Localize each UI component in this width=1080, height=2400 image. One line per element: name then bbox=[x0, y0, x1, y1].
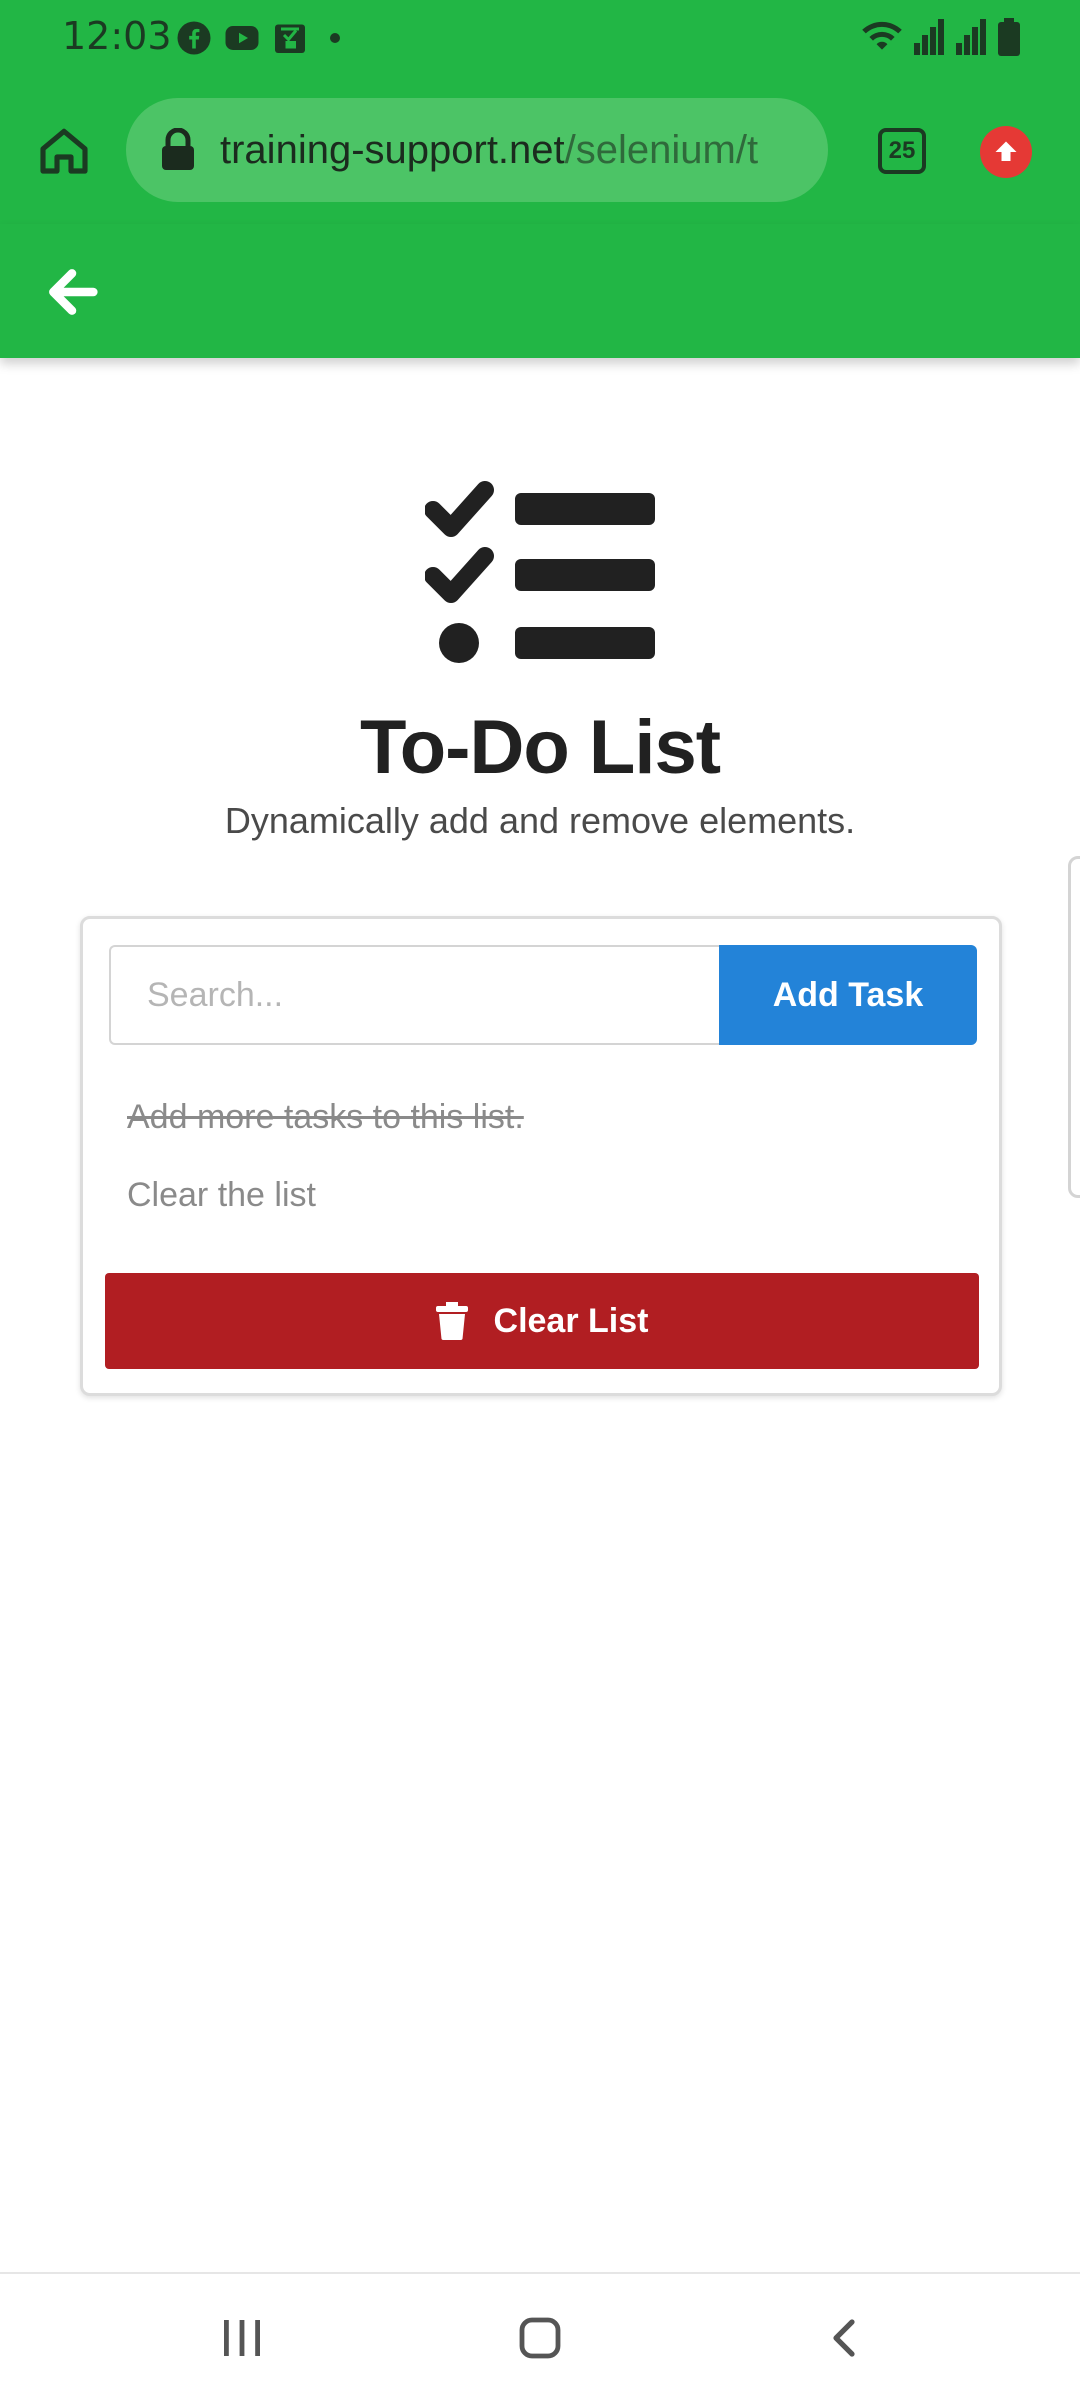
wifi-icon bbox=[862, 21, 902, 50]
home-icon bbox=[40, 128, 88, 174]
home-nav-icon bbox=[519, 2317, 561, 2359]
tab-switcher-button[interactable]: 25 bbox=[878, 128, 926, 174]
clear-list-button[interactable]: Clear List bbox=[105, 1273, 979, 1369]
browser-toolbar: training-support.net/selenium/t 25 bbox=[0, 76, 1080, 224]
status-bar: 12:03 bbox=[0, 0, 1080, 76]
youtube-icon bbox=[225, 26, 259, 50]
signal-icon bbox=[914, 19, 944, 55]
home-button[interactable] bbox=[32, 118, 96, 182]
url-domain: training-support.net bbox=[220, 127, 565, 172]
page-title: To-Do List bbox=[359, 705, 721, 790]
back-nav-icon bbox=[833, 2319, 855, 2357]
status-time: 12:03 bbox=[62, 14, 172, 58]
todo-card: Add Task Add more tasks to this list. Cl… bbox=[80, 916, 1002, 1396]
system-icons bbox=[860, 18, 1020, 56]
app-header bbox=[0, 224, 1080, 358]
home-nav-button[interactable] bbox=[510, 2308, 570, 2368]
notification-icons bbox=[176, 20, 340, 56]
upload-arrow-icon bbox=[995, 141, 1017, 161]
url-path: /selenium/t bbox=[564, 127, 759, 172]
task-item[interactable]: Clear the list bbox=[127, 1171, 524, 1249]
trash-icon bbox=[435, 1302, 468, 1340]
clear-list-label: Clear List bbox=[493, 1301, 649, 1340]
recent-apps-icon bbox=[224, 2320, 260, 2356]
back-arrow-icon[interactable] bbox=[40, 260, 104, 324]
back-nav-button[interactable] bbox=[816, 2308, 876, 2368]
facebook-icon bbox=[177, 21, 211, 55]
notification-dot bbox=[330, 33, 340, 43]
page-subtitle: Dynamically add and remove elements. bbox=[224, 800, 856, 841]
side-panel-handle[interactable] bbox=[1068, 856, 1080, 1198]
add-task-button[interactable]: Add Task bbox=[719, 945, 977, 1045]
task-input[interactable] bbox=[109, 945, 719, 1045]
recent-apps-button[interactable] bbox=[212, 2308, 272, 2368]
address-bar[interactable]: training-support.net/selenium/t bbox=[126, 98, 828, 202]
signal-icon-2 bbox=[956, 19, 986, 55]
tab-count: 25 bbox=[888, 137, 916, 164]
task-list: Add more tasks to this list. Clear the l… bbox=[127, 1093, 524, 1249]
task-item[interactable]: Add more tasks to this list. bbox=[127, 1093, 524, 1171]
battery-icon bbox=[998, 18, 1020, 56]
system-navigation-bar bbox=[0, 2272, 1080, 2400]
todo-list-icon bbox=[425, 481, 655, 663]
gallery-icon bbox=[275, 24, 305, 53]
url-text: training-support.net/selenium/t bbox=[220, 128, 758, 173]
extension-button[interactable] bbox=[980, 126, 1032, 178]
lock-icon bbox=[162, 128, 194, 170]
